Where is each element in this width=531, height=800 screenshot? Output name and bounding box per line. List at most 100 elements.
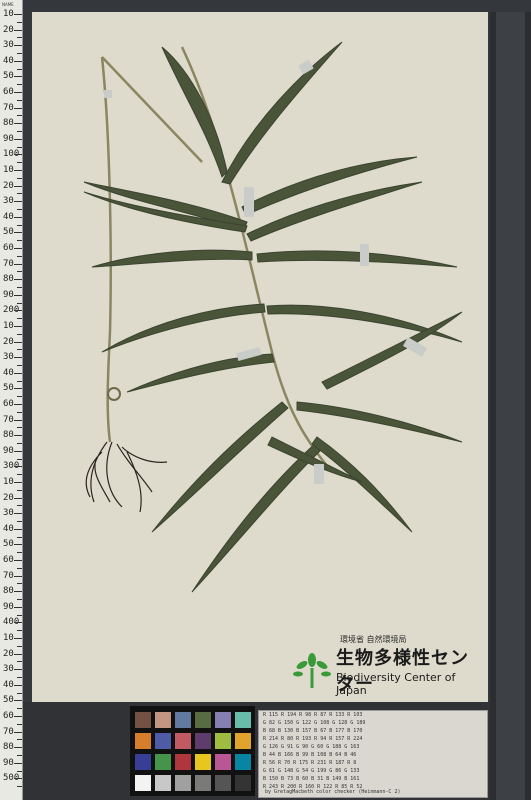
ruler-label: 80 (3, 742, 14, 753)
ruler-tick (14, 60, 22, 62)
ruler-label: 70 (3, 726, 14, 737)
ruler-tick-minor (17, 396, 22, 398)
ruler-label: 70 (3, 258, 14, 269)
color-value-row: G 61 G 148 G 54 G 199 G 86 G 133 (263, 768, 360, 774)
ruler-tick-minor (17, 786, 22, 788)
ruler-tick (14, 560, 22, 561)
color-checker-note: by GretagMacbeth color checker (Heinmann… (265, 789, 401, 795)
ruler-label: 10 (3, 9, 14, 19)
ruler-tick (14, 216, 22, 218)
ruler-tick-minor (17, 84, 22, 86)
ruler-tick (14, 123, 22, 125)
ruler-label: 50 (3, 71, 14, 82)
ruler-tick-minor (17, 255, 22, 257)
ruler-label: 20 (3, 648, 14, 659)
ruler-tick-minor (17, 630, 22, 632)
ruler-label: 80 (3, 118, 14, 129)
color-swatch (175, 775, 191, 791)
ruler-label: 40 (3, 211, 14, 222)
color-value-row: B 44 B 166 B 99 B 108 B 64 B 46 (263, 752, 357, 758)
ruler-label: 50 (3, 539, 14, 550)
ruler-label: 30 (3, 196, 14, 207)
ruler-label: 10 (3, 477, 14, 487)
ruler-tick-minor (17, 614, 22, 616)
right-border (490, 12, 531, 800)
ruler-tick (14, 170, 22, 171)
color-swatch (135, 775, 151, 791)
ruler-tick (14, 388, 22, 390)
ruler-tick-minor (17, 177, 22, 179)
ruler-tick-minor (17, 599, 22, 600)
sprout-logo-icon (293, 653, 331, 688)
ruler-label: 40 (3, 367, 14, 378)
ruler-tick-minor (17, 692, 22, 694)
ruler-tick (14, 684, 22, 686)
ruler-tick (14, 778, 22, 780)
ruler-label: 70 (3, 570, 14, 581)
ruler-tick-minor (17, 162, 22, 164)
ruler-tick (14, 341, 22, 343)
color-swatch (215, 754, 231, 770)
ruler-tick (14, 653, 22, 655)
ruler-tick (14, 357, 22, 359)
ruler-tick-minor (17, 146, 22, 148)
color-swatch (235, 775, 251, 791)
ruler-tick-minor (17, 489, 22, 491)
ruler-tick (14, 92, 22, 93)
ruler-tick-minor (17, 318, 22, 320)
ruler-label: 90 (3, 445, 14, 456)
ruler-label: 30 (3, 664, 14, 675)
color-swatch (135, 712, 151, 728)
ruler-label: 70 (3, 414, 14, 425)
color-swatch (175, 754, 191, 770)
ruler-tick-minor (17, 68, 22, 70)
ruler-tick-minor (17, 739, 22, 741)
color-value-row: B 150 B 73 B 60 B 31 B 149 B 161 (263, 776, 360, 782)
ruler-label: 10 (3, 633, 14, 643)
ruler-tick-minor (17, 567, 22, 569)
ruler-tick (14, 528, 22, 530)
ruler-label: 40 (3, 679, 14, 690)
grey-scale-sheet: R 115 R 194 R 98 R 87 R 133 R 103 G 82 G … (258, 710, 488, 798)
ruler-tick-minor (17, 53, 22, 54)
ruler-tick-minor (17, 474, 22, 476)
ruler-label: 20 (3, 24, 14, 35)
ruler-label: 30 (3, 352, 14, 363)
ruler-label: 40 (3, 523, 14, 534)
ruler-label: 80 (3, 430, 14, 441)
ruler-tick (14, 294, 22, 296)
ruler-tick (14, 638, 22, 639)
ruler-tick (14, 575, 22, 577)
ruler-tick (14, 700, 22, 702)
ruler-label: 80 (3, 586, 14, 597)
ruler-tick-minor (17, 380, 22, 382)
ruler-tick (14, 669, 22, 671)
ruler-tick (14, 248, 22, 249)
ruler-tick-minor (17, 521, 22, 522)
ruler-label: 90 (3, 133, 14, 144)
ruler-label: 20 (3, 492, 14, 503)
ruler-tick (14, 622, 22, 624)
center-name-english: Biodiversity Center of Japan (336, 671, 456, 697)
ruler-label: 90 (3, 757, 14, 768)
ruler-label: 80 (3, 274, 14, 285)
color-value-row: R 115 R 194 R 98 R 87 R 133 R 103 (263, 712, 363, 718)
ruler-label: 90 (3, 289, 14, 300)
color-swatch (135, 733, 151, 749)
ruler-tick-minor (17, 99, 22, 101)
color-swatch (155, 712, 171, 728)
color-swatch (175, 712, 191, 728)
ruler-tick (14, 45, 22, 47)
color-swatch (235, 733, 251, 749)
ruler-tick (14, 310, 22, 312)
ruler-label: 50 (3, 695, 14, 706)
ruler-label: 20 (3, 336, 14, 347)
ruler-tick (14, 497, 22, 499)
ruler-tick-minor (17, 505, 22, 507)
ruler-tick (14, 435, 22, 437)
biodiversity-center-logo: 環境省 自然環境局 生物多様性センター Biodiversity Center … (292, 634, 482, 704)
ruler-tick (14, 138, 22, 140)
ruler-tick (14, 154, 22, 156)
ruler-label: 60 (3, 555, 14, 565)
ruler-tick-minor (17, 193, 22, 195)
